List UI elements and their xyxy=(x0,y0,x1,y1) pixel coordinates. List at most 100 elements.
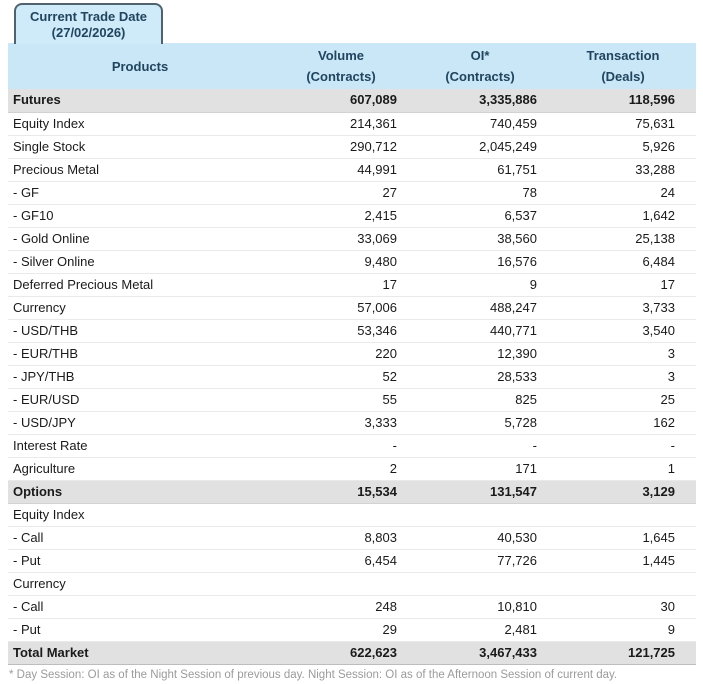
table-row: - Gold Online 33,069 38,560 25,138 xyxy=(8,227,696,251)
product-cell: Currency xyxy=(8,572,272,596)
table-row: - Call 8,803 40,530 1,645 xyxy=(8,526,696,550)
volume-cell: 6,454 xyxy=(272,549,410,573)
table-row: - EUR/USD 55 825 25 xyxy=(8,388,696,412)
transaction-cell: 3,129 xyxy=(550,480,696,504)
volume-cell: 9,480 xyxy=(272,250,410,274)
table-row: - EUR/THB 220 12,390 3 xyxy=(8,342,696,366)
transaction-cell: 3,733 xyxy=(550,296,696,320)
volume-cell: 27 xyxy=(272,181,410,205)
column-header-volume-unit: (Contracts) xyxy=(306,69,376,84)
oi-cell: - xyxy=(410,434,550,458)
volume-cell: 53,346 xyxy=(272,319,410,343)
product-cell: - EUR/USD xyxy=(8,388,272,412)
section-row: Options 15,534 131,547 3,129 xyxy=(8,480,696,504)
volume-cell: 55 xyxy=(272,388,410,412)
table-row: - USD/THB 53,346 440,771 3,540 xyxy=(8,319,696,343)
product-cell: Equity Index xyxy=(8,112,272,136)
volume-cell: 290,712 xyxy=(272,135,410,159)
table-row: Agriculture 2 171 1 xyxy=(8,457,696,481)
volume-cell: 15,534 xyxy=(272,480,410,504)
oi-cell xyxy=(410,503,550,527)
volume-cell: 2 xyxy=(272,457,410,481)
product-cell: Options xyxy=(8,480,272,504)
oi-cell: 61,751 xyxy=(410,158,550,182)
product-cell: Currency xyxy=(8,296,272,320)
volume-cell: 248 xyxy=(272,595,410,619)
oi-cell: 10,810 xyxy=(410,595,550,619)
transaction-cell: 25,138 xyxy=(550,227,696,251)
column-header-products-label: Products xyxy=(111,58,169,74)
transaction-cell: 33,288 xyxy=(550,158,696,182)
transaction-cell: 1,642 xyxy=(550,204,696,228)
volume-cell: 8,803 xyxy=(272,526,410,550)
column-header-volume-label: Volume xyxy=(318,48,364,63)
product-cell: - GF xyxy=(8,181,272,205)
oi-cell: 488,247 xyxy=(410,296,550,320)
section-row: Total Market 622,623 3,467,433 121,725 xyxy=(8,641,696,665)
column-header-oi-unit: (Contracts) xyxy=(445,69,515,84)
volume-cell: 3,333 xyxy=(272,411,410,435)
table-row: - GF10 2,415 6,537 1,642 xyxy=(8,204,696,228)
oi-cell: 740,459 xyxy=(410,112,550,136)
oi-cell: 6,537 xyxy=(410,204,550,228)
transaction-cell: 1 xyxy=(550,457,696,481)
column-header-transaction-unit: (Deals) xyxy=(601,69,645,84)
table-row: - USD/JPY 3,333 5,728 162 xyxy=(8,411,696,435)
product-cell: Deferred Precious Metal xyxy=(8,273,272,297)
table-row: Currency xyxy=(8,572,696,596)
product-cell: - Call xyxy=(8,595,272,619)
oi-cell: 131,547 xyxy=(410,480,550,504)
tab-current-trade-date[interactable]: Current Trade Date (27/02/2026) xyxy=(14,3,164,44)
oi-cell: 77,726 xyxy=(410,549,550,573)
product-cell: - Call xyxy=(8,526,272,550)
transaction-cell: 17 xyxy=(550,273,696,297)
oi-cell: 3,467,433 xyxy=(410,641,550,665)
column-header-products: Products xyxy=(8,43,272,89)
transaction-cell: 3,540 xyxy=(550,319,696,343)
volume-cell: - xyxy=(272,434,410,458)
market-summary-page: Current Trade Date (27/02/2026) Products… xyxy=(0,0,703,684)
column-header-transaction-label: Transaction xyxy=(586,48,660,63)
oi-cell: 2,045,249 xyxy=(410,135,550,159)
oi-cell: 28,533 xyxy=(410,365,550,389)
table-row: Precious Metal 44,991 61,751 33,288 xyxy=(8,158,696,182)
table-row: Interest Rate - - - xyxy=(8,434,696,458)
transaction-cell: 25 xyxy=(550,388,696,412)
product-cell: - Gold Online xyxy=(8,227,272,251)
oi-cell: 440,771 xyxy=(410,319,550,343)
product-cell: Interest Rate xyxy=(8,434,272,458)
transaction-cell: 121,725 xyxy=(550,641,696,665)
volume-cell: 220 xyxy=(272,342,410,366)
volume-cell: 44,991 xyxy=(272,158,410,182)
oi-cell: 40,530 xyxy=(410,526,550,550)
volume-cell xyxy=(272,572,410,596)
volume-cell: 29 xyxy=(272,618,410,642)
column-header-volume: Volume (Contracts) xyxy=(272,43,410,89)
transaction-cell: 5,926 xyxy=(550,135,696,159)
table-row: Equity Index 214,361 740,459 75,631 xyxy=(8,112,696,136)
product-cell: - JPY/THB xyxy=(8,365,272,389)
oi-cell: 171 xyxy=(410,457,550,481)
transaction-cell: 3 xyxy=(550,342,696,366)
oi-cell: 5,728 xyxy=(410,411,550,435)
volume-cell: 214,361 xyxy=(272,112,410,136)
product-cell: - USD/THB xyxy=(8,319,272,343)
column-header-oi-label: OI* xyxy=(470,48,490,63)
transaction-cell: 9 xyxy=(550,618,696,642)
transaction-cell: 30 xyxy=(550,595,696,619)
transaction-cell xyxy=(550,503,696,527)
transaction-cell: - xyxy=(550,434,696,458)
product-cell: Precious Metal xyxy=(8,158,272,182)
oi-cell: 9 xyxy=(410,273,550,297)
table-row: - Put 6,454 77,726 1,445 xyxy=(8,549,696,573)
volume-cell: 622,623 xyxy=(272,641,410,665)
oi-footnote: * Day Session: OI as of the Night Sessio… xyxy=(9,668,618,681)
oi-cell: 2,481 xyxy=(410,618,550,642)
volume-cell: 52 xyxy=(272,365,410,389)
table-row: Single Stock 290,712 2,045,249 5,926 xyxy=(8,135,696,159)
transaction-cell: 1,445 xyxy=(550,549,696,573)
product-cell: Agriculture xyxy=(8,457,272,481)
product-cell: - Put xyxy=(8,618,272,642)
transaction-cell: 75,631 xyxy=(550,112,696,136)
transaction-cell: 6,484 xyxy=(550,250,696,274)
